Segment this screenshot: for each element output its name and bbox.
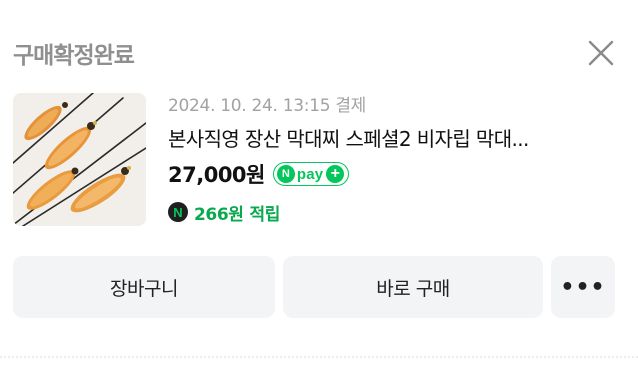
buy-now-button[interactable]: 바로 구매 [283, 256, 543, 318]
points-label: 적립 [249, 204, 281, 225]
product-price: 27,000원 [168, 163, 265, 187]
product-name[interactable]: 본사직영 장산 막대찌 스페셜2 비자립 막대... [168, 123, 608, 152]
page-title: 구매확정완료 [13, 43, 135, 69]
npay-badge: N pay + [272, 162, 350, 186]
close-icon [588, 40, 614, 66]
payment-date: 2024. 10. 24. 13:15 결제 [168, 96, 367, 116]
more-options-button[interactable]: ••• [551, 256, 615, 318]
header: 구매확정완료 [0, 0, 638, 80]
points-amount: 266원 [194, 204, 244, 225]
section-divider [0, 356, 638, 358]
close-button[interactable] [584, 36, 618, 70]
npay-label: pay [296, 165, 324, 183]
product-thumbnail[interactable] [13, 93, 146, 226]
action-buttons: 장바구니 바로 구매 ••• [13, 256, 615, 318]
product-card[interactable]: 2024. 10. 24. 13:15 결제 본사직영 장산 막대찌 스페셜2 … [13, 93, 625, 229]
npoint-icon: N [168, 202, 188, 222]
price-row: 27,000원 N pay + [168, 160, 350, 188]
npay-logo-icon: N [276, 165, 295, 183]
add-to-cart-button[interactable]: 장바구니 [13, 256, 275, 318]
points-row: N 266원 적립 [168, 200, 281, 225]
plus-icon: + [326, 165, 345, 183]
fishing-float-product-image [13, 93, 146, 226]
